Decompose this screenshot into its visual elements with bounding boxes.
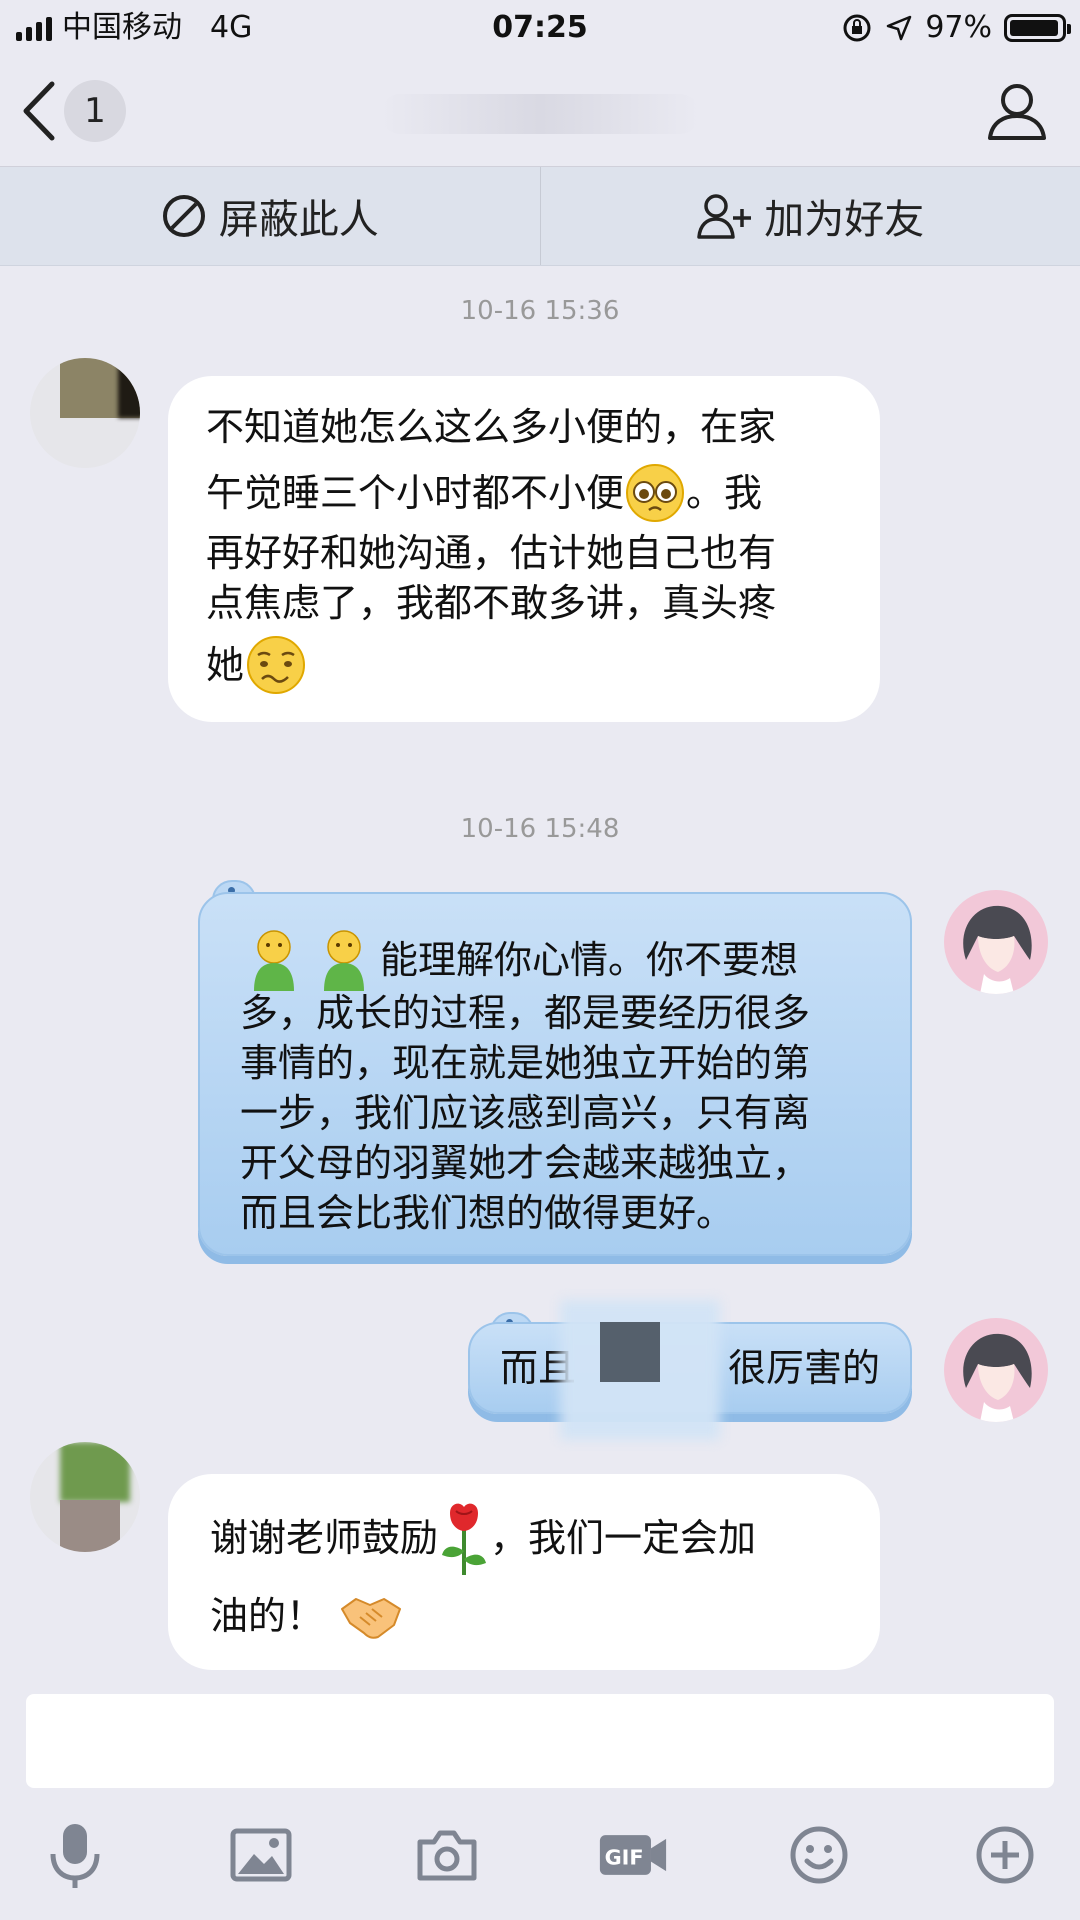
avatar[interactable]: [944, 1318, 1048, 1422]
user-outline-icon[interactable]: [984, 78, 1050, 144]
handshake-emoji-icon: [341, 1598, 402, 1639]
camera-icon[interactable]: [412, 1820, 482, 1890]
location-arrow-icon: [887, 15, 912, 41]
back-icon[interactable]: [16, 78, 66, 144]
message-input[interactable]: [26, 1694, 1054, 1788]
plus-circle-icon[interactable]: [970, 1820, 1040, 1890]
message-timestamp: 10-16 15:48: [460, 814, 620, 844]
message-line: 点焦虑了，我都不敢多讲，真头疼: [206, 581, 777, 625]
message-timestamp: 10-16 15:36: [460, 296, 620, 326]
block-user-button[interactable]: 屏蔽此人: [0, 167, 540, 265]
message-line: 事情的，现在就是她独立开始的第: [240, 1041, 811, 1085]
status-bar: 中国移动 4G 07:25 97%: [0, 0, 1080, 56]
rotation-lock-icon: [843, 14, 871, 42]
emoji-icon[interactable]: [784, 1820, 854, 1890]
message-line: 再好好和她沟通，估计她自己也有: [206, 531, 777, 575]
status-right: 97%: [841, 8, 1071, 48]
worried-face-emoji-icon: [247, 636, 306, 694]
message-line: 午觉睡三个小时都不小便: [206, 471, 625, 515]
message-line: 而且会比我们想的做得更好。: [240, 1191, 735, 1235]
block-user-label: 屏蔽此人: [218, 197, 379, 243]
block-icon: [162, 195, 205, 237]
stranger-action-bar: 屏蔽此人 加为好友: [0, 167, 1080, 266]
message-line: 不知道她怎么这么多小便的，在家: [206, 405, 777, 449]
add-friend-button[interactable]: 加为好友: [541, 167, 1080, 265]
battery-icon: [1004, 14, 1071, 42]
svg-text:GIF: GIF: [605, 1845, 644, 1869]
chat-header: 1: [0, 56, 1080, 167]
handshake-people-emoji-icon: [254, 930, 364, 991]
message-text-end: 很厉害的: [727, 1346, 880, 1390]
avatar[interactable]: [30, 1442, 140, 1552]
microphone-icon[interactable]: [40, 1820, 110, 1890]
rose-emoji-icon: [442, 1503, 487, 1575]
image-icon[interactable]: [226, 1820, 296, 1890]
message-line: 能理解你心情。你不要想: [380, 938, 799, 982]
message-bubble-incoming[interactable]: 谢谢老师鼓励 ，我们一定会加 油的！: [168, 1474, 880, 1670]
gif-icon[interactable]: GIF: [598, 1820, 668, 1890]
message-line: 谢谢老师鼓励: [210, 1516, 439, 1560]
add-friend-label: 加为好友: [764, 197, 925, 243]
pleading-face-emoji-icon: [626, 464, 685, 522]
unread-badge[interactable]: 1: [64, 80, 126, 142]
message-line: 一步，我们应该感到高兴，只有离: [240, 1091, 811, 1135]
blurred-contact-name: [380, 94, 700, 134]
message-line: ，我们一定会加: [490, 1516, 757, 1560]
message-line: 多，成长的过程，都是要经历很多: [240, 991, 811, 1035]
message-bubble-incoming[interactable]: 不知道她怎么这么多小便的，在家 午觉睡三个小时都不小便 。我 再好好和她沟通，估…: [168, 376, 880, 722]
add-user-icon: [697, 194, 752, 239]
message-line: 。我: [686, 471, 763, 515]
message-line: 油的！: [210, 1594, 325, 1638]
avatar[interactable]: [30, 358, 140, 468]
redaction-block: [600, 1322, 660, 1382]
battery-percent: 97%: [925, 10, 992, 45]
message-line: 她: [206, 643, 245, 687]
message-bubble-outgoing[interactable]: 能理解你心情。你不要想 多，成长的过程，都是要经历很多 事情的，现在就是她独立开…: [198, 892, 912, 1256]
avatar[interactable]: [944, 890, 1048, 994]
message-line: 开父母的羽翼她才会越来越独立，: [240, 1141, 811, 1185]
chat-toolbar: GIF: [0, 1810, 1080, 1900]
